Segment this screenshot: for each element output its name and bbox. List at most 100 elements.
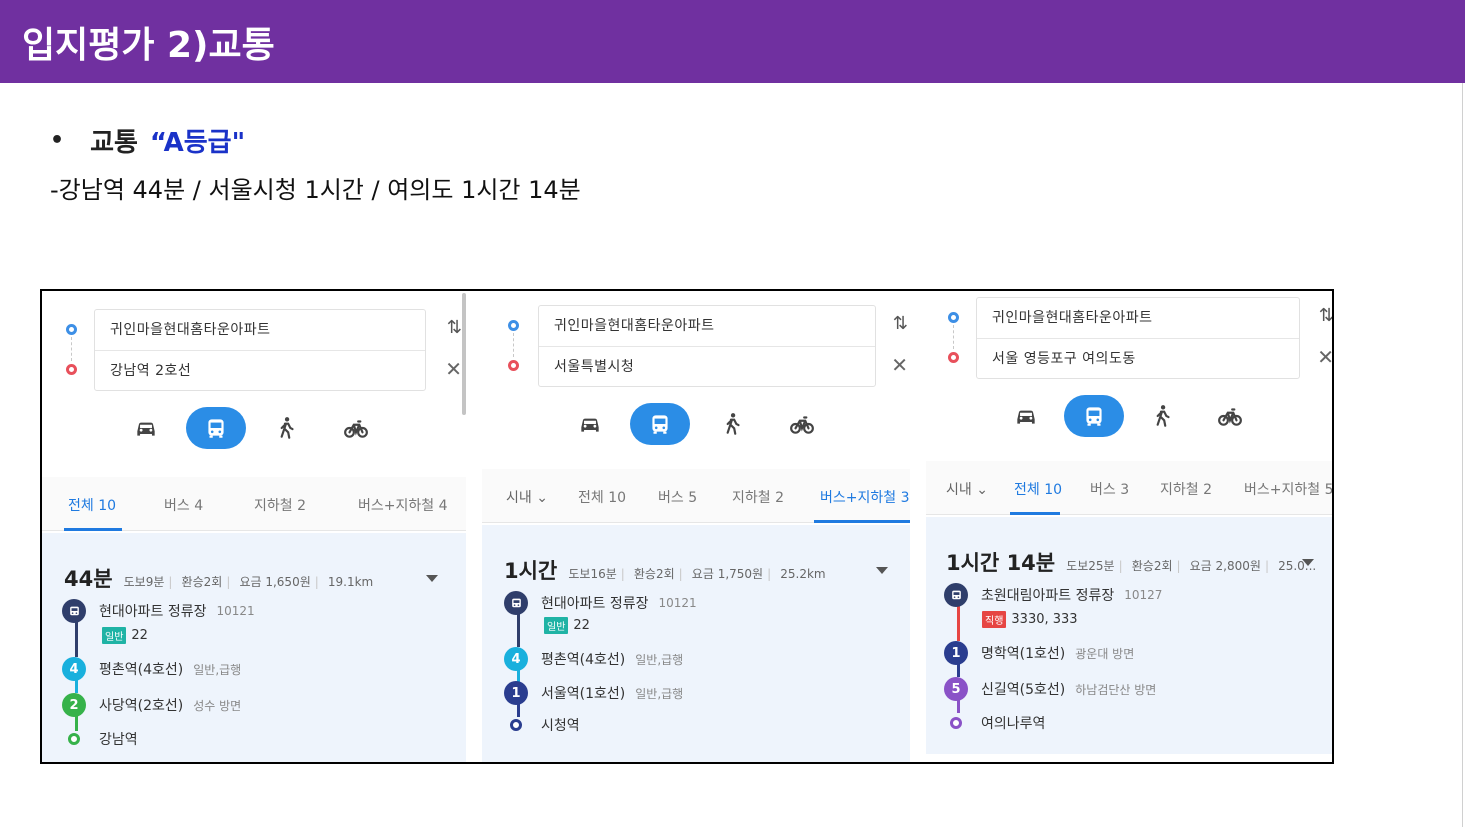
route-step: 2 사당역(2호선) 성수 방면: [62, 693, 241, 717]
walk-time: 도보9분: [123, 575, 165, 589]
bullet-dot: •: [50, 128, 65, 153]
car-mode-button[interactable]: [116, 407, 176, 449]
route-step: 4 평촌역(4호선) 일반,급행: [62, 657, 241, 681]
distance: 25.2km: [780, 567, 826, 581]
bullet-label: 교통: [90, 128, 138, 158]
step-sub: 10121: [658, 596, 697, 610]
close-icon[interactable]: ✕: [445, 357, 462, 381]
route-step: 여의나루역: [944, 713, 1045, 733]
bus-mode-button[interactable]: [630, 403, 690, 445]
step-name: 현대아파트 정류장: [99, 604, 207, 620]
walk-mode-button[interactable]: [256, 407, 316, 449]
bus-icon: [1086, 407, 1102, 426]
route-step: 4 평촌역(4호선) 일반,급행: [504, 647, 683, 671]
step-name: 평촌역(4호선): [541, 652, 626, 668]
close-icon[interactable]: ✕: [1317, 345, 1332, 369]
route-summary: 1시간 14분 도보25분 | 환승2회 | 요금 2,800원 | 25.0...: [946, 547, 1316, 577]
destination-pin-icon: [948, 352, 959, 363]
tab-bus-subway[interactable]: 버스+지하철 4: [358, 495, 448, 515]
transport-modes: [926, 395, 1332, 441]
travel-times-summary: -강남역 44분 / 서울시청 1시간 / 여의도 1시간 14분: [50, 176, 581, 204]
route-inputs: 귀인마을현대홈타운아파트 서울특별시청: [538, 305, 876, 387]
car-mode-button[interactable]: [996, 395, 1056, 437]
transport-modes: [42, 407, 466, 453]
tab-bus-subway[interactable]: 버스+지하철 3: [820, 487, 910, 507]
panel-gap: [466, 291, 482, 762]
separator: |: [226, 575, 231, 589]
region-filter-dropdown[interactable]: 시내 ⌄: [946, 479, 988, 499]
car-mode-button[interactable]: [560, 403, 620, 445]
route-inputs: 귀인마을현대홈타운아파트 서울 영등포구 여의도동: [976, 297, 1300, 379]
tab-subway[interactable]: 지하철 2: [732, 487, 784, 507]
caret-down-icon[interactable]: [1302, 559, 1314, 566]
route-result[interactable]: 1시간 도보16분 | 환승2회 | 요금 1,750원 | 25.2km 현대아파트…: [482, 525, 910, 762]
page-edge-divider: [1462, 83, 1463, 827]
pin-connector: [513, 333, 514, 357]
separator: |: [620, 567, 625, 581]
tab-bus[interactable]: 버스 4: [164, 495, 203, 515]
step-name: 평촌역(4호선): [99, 662, 184, 678]
route-step: 1 서울역(1호선) 일반,급행: [504, 681, 683, 705]
bus-mode-button[interactable]: [1064, 395, 1124, 437]
route-tabs: 시내 ⌄ 전체 10 버스 3 지하철 2 버스+지하철 5: [926, 461, 1332, 515]
step-sub: 하남검단산 방면: [1075, 682, 1157, 697]
separator: |: [1264, 559, 1269, 573]
route-tabs: 전체 10 버스 4 지하철 2 버스+지하철 4: [42, 477, 466, 531]
caret-down-icon[interactable]: [426, 575, 438, 582]
destination-input[interactable]: 강남역 2호선: [95, 350, 425, 390]
total-time: 1시간 14분: [946, 551, 1056, 575]
swap-icon[interactable]: ⇅: [893, 313, 908, 334]
tab-bus-subway[interactable]: 버스+지하철 5: [1244, 479, 1332, 499]
caret-down-icon[interactable]: [876, 567, 888, 574]
walk-mode-button[interactable]: [702, 403, 762, 445]
bike-mode-button[interactable]: [1200, 395, 1260, 437]
bus-stop-icon: [62, 599, 86, 623]
route-tabs: 시내 ⌄ 전체 10 버스 5 지하철 2 버스+지하철 3: [482, 469, 910, 523]
walk-mode-button[interactable]: [1132, 395, 1192, 437]
line-5-badge: 5: [944, 677, 968, 701]
route-result[interactable]: 44분 도보9분 | 환승2회 | 요금 1,650원 | 19.1km 현대아파트 …: [42, 533, 466, 762]
tab-subway[interactable]: 지하철 2: [254, 495, 306, 515]
origin-input[interactable]: 귀인마을현대홈타운아파트: [539, 306, 875, 346]
line-1-badge: 1: [504, 681, 528, 705]
close-icon[interactable]: ✕: [891, 353, 908, 377]
bus-type-badge: 일반: [102, 627, 127, 644]
bike-mode-button[interactable]: [326, 407, 386, 449]
route-step: 현대아파트 정류장 10121: [504, 591, 697, 615]
step-name: 서울역(1호선): [541, 686, 626, 702]
tab-bus[interactable]: 버스 5: [658, 487, 697, 507]
route-panel-cityhall: 귀인마을현대홈타운아파트 서울특별시청 ⇅ ✕ 시내 ⌄ 전체 10 버스 5 …: [482, 291, 910, 762]
bus-number: 직행 3330, 333: [982, 611, 1078, 628]
region-filter-dropdown[interactable]: 시내 ⌄: [506, 487, 548, 507]
swap-icon[interactable]: ⇅: [1319, 305, 1332, 326]
destination-input[interactable]: 서울특별시청: [539, 346, 875, 386]
origin-input[interactable]: 귀인마을현대홈타운아파트: [977, 298, 1299, 338]
bus-stop-icon: [944, 583, 968, 607]
tab-all[interactable]: 전체 10: [68, 495, 116, 515]
line-1-badge: 1: [944, 641, 968, 665]
route-panel-yeouido: 귀인마을현대홈타운아파트 서울 영등포구 여의도동 ⇅ ✕ 시내 ⌄ 전체 10…: [926, 291, 1332, 754]
tab-bus[interactable]: 버스 3: [1090, 479, 1129, 499]
line-4-badge: 4: [504, 647, 528, 671]
bus-icon: [208, 419, 224, 438]
destination-ring-icon: [510, 719, 522, 731]
swap-icon[interactable]: ⇅: [447, 317, 462, 338]
route-result[interactable]: 1시간 14분 도보25분 | 환승2회 | 요금 2,800원 | 25.0... …: [926, 517, 1332, 754]
slide-title: 입지평가 2)교통: [22, 25, 275, 66]
bike-mode-button[interactable]: [772, 403, 832, 445]
bus-mode-button[interactable]: [186, 407, 246, 449]
tab-all[interactable]: 전체 10: [578, 487, 626, 507]
destination-input[interactable]: 서울 영등포구 여의도동: [977, 338, 1299, 378]
walk-time: 도보25분: [1066, 559, 1115, 573]
tab-subway[interactable]: 지하철 2: [1160, 479, 1212, 499]
fare: 요금 1,650원: [239, 575, 311, 589]
bullet-heading: • 교통 “A등급": [50, 122, 245, 159]
step-sub: 10127: [1124, 588, 1163, 602]
tab-all[interactable]: 전체 10: [1014, 479, 1062, 499]
route-step: 초원대림아파트 정류장 10127: [944, 583, 1162, 607]
total-time: 44분: [64, 567, 113, 591]
origin-input[interactable]: 귀인마을현대홈타운아파트: [95, 310, 425, 350]
walk-time: 도보16분: [568, 567, 617, 581]
step-name: 강남역: [99, 732, 138, 748]
step-sub: 성수 방면: [193, 698, 242, 713]
